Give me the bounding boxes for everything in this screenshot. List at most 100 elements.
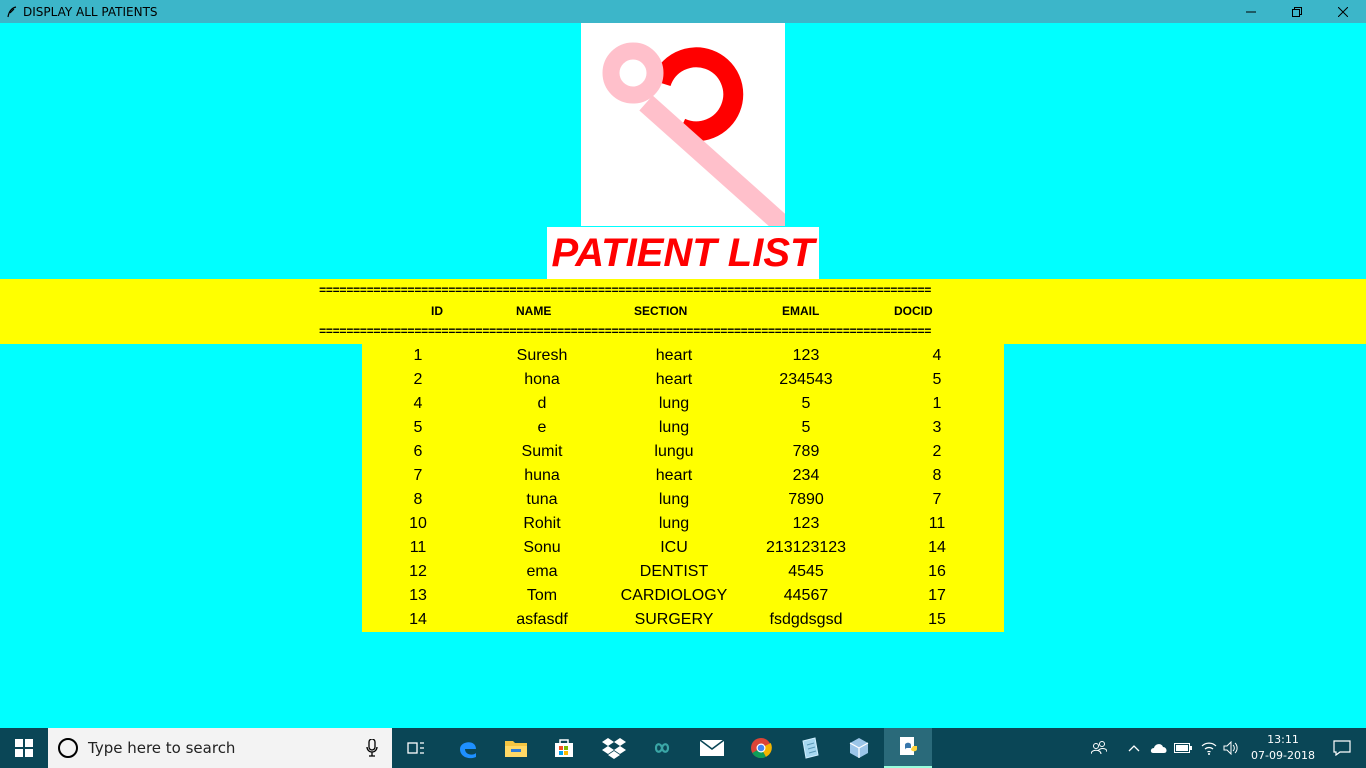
chevron-up-icon[interactable]: [1124, 728, 1144, 768]
cell-email: fsdgdsgsd: [769, 611, 843, 628]
virtualbox-icon[interactable]: [835, 728, 883, 768]
cell-name: d: [537, 395, 547, 412]
file-explorer-icon[interactable]: [492, 728, 540, 768]
cell-id: 2: [413, 371, 423, 388]
onedrive-icon[interactable]: [1148, 728, 1170, 768]
cell-docid: 14: [928, 539, 946, 556]
cell-section: heart: [655, 467, 693, 484]
close-button[interactable]: [1320, 0, 1366, 23]
cell-email: 7890: [788, 491, 824, 508]
battery-icon[interactable]: [1172, 728, 1194, 768]
cell-docid: 11: [928, 515, 946, 532]
patient-table: 1 Suresh heart 123 4 2 hona heart 234543 5 4 d lung 5…: [362, 344, 1004, 632]
store-icon[interactable]: [540, 728, 588, 768]
table-row: 5 e lung 5 3: [362, 416, 1004, 440]
table-row: 1 Suresh heart 123 4: [362, 344, 1004, 368]
table-row: 10 Rohit lung 123 11: [362, 512, 1004, 536]
task-view-icon[interactable]: [392, 728, 440, 768]
cell-email: 44567: [783, 587, 829, 604]
cortana-icon: [58, 738, 78, 758]
cell-section: heart: [655, 347, 693, 364]
cell-id: 11: [409, 539, 427, 556]
table-row: 12 ema DENTIST 4545 16: [362, 560, 1004, 584]
cell-docid: 4: [932, 347, 942, 364]
cell-name: Sonu: [523, 539, 561, 556]
cell-name: Tom: [526, 587, 558, 604]
cell-docid: 7: [932, 491, 942, 508]
cell-email: 5: [801, 419, 811, 436]
cell-name: Suresh: [516, 347, 568, 364]
cell-email: 213123123: [765, 539, 847, 556]
cell-name: huna: [524, 467, 560, 484]
notepad-icon[interactable]: [786, 728, 834, 768]
cell-id: 14: [409, 611, 427, 628]
cell-id: 7: [413, 467, 423, 484]
cell-id: 12: [409, 563, 427, 580]
table-row: 11 Sonu ICU 213123123 14: [362, 536, 1004, 560]
cell-email: 5: [801, 395, 811, 412]
app-logo: [581, 23, 785, 226]
col-header-name: NAME: [516, 304, 552, 318]
restore-button[interactable]: [1274, 0, 1320, 23]
cell-name: hona: [524, 371, 560, 388]
header-rule-top: ========================================…: [319, 285, 932, 297]
clock-time: 13:11: [1267, 733, 1299, 746]
cell-section: lung: [658, 395, 690, 412]
cell-id: 1: [413, 347, 423, 364]
clock-date: 07-09-2018: [1251, 749, 1315, 762]
python-idle-icon[interactable]: [884, 728, 932, 768]
cell-email: 789: [792, 443, 820, 460]
cell-section: lung: [658, 491, 690, 508]
cell-docid: 8: [932, 467, 942, 484]
feather-icon: [5, 5, 19, 19]
cell-id: 8: [413, 491, 423, 508]
cell-section: ICU: [660, 539, 688, 556]
minimize-button[interactable]: [1228, 0, 1274, 23]
cell-email: 4545: [788, 563, 824, 580]
taskbar-search[interactable]: Type here to search: [48, 728, 392, 768]
system-clock[interactable]: 13:11 07-09-2018: [1250, 732, 1316, 764]
cell-name: Sumit: [521, 443, 563, 460]
cell-docid: 3: [932, 419, 942, 436]
windows-icon: [15, 739, 33, 757]
table-row: 8 tuna lung 7890 7: [362, 488, 1004, 512]
people-icon[interactable]: [1086, 728, 1112, 768]
start-button[interactable]: [0, 728, 48, 768]
cell-name: tuna: [526, 491, 558, 508]
cell-section: lung: [658, 515, 690, 532]
cell-docid: 2: [932, 443, 942, 460]
cell-id: 6: [413, 443, 423, 460]
cell-section: lung: [658, 419, 690, 436]
table-header-band: ========================================…: [0, 279, 1366, 344]
table-row: 13 Tom CARDIOLOGY 44567 17: [362, 584, 1004, 608]
cell-email: 234543: [779, 371, 833, 388]
edge-icon[interactable]: [444, 728, 492, 768]
table-row: 4 d lung 5 1: [362, 392, 1004, 416]
cell-section: CARDIOLOGY: [620, 587, 728, 604]
volume-icon[interactable]: [1220, 728, 1242, 768]
cell-id: 4: [413, 395, 423, 412]
table-row: 14 asfasdf SURGERY fsdgdsgsd 15: [362, 608, 1004, 632]
arduino-icon[interactable]: [638, 728, 686, 768]
col-header-id: ID: [431, 304, 443, 318]
wifi-icon[interactable]: [1198, 728, 1220, 768]
chrome-icon[interactable]: [737, 728, 785, 768]
cell-docid: 1: [932, 395, 942, 412]
cell-email: 123: [792, 515, 820, 532]
mail-icon[interactable]: [688, 728, 736, 768]
page-title: PATIENT LIST: [547, 227, 819, 279]
action-center-icon[interactable]: [1318, 728, 1366, 768]
cell-id: 13: [409, 587, 427, 604]
header-rule-bottom: ========================================…: [319, 326, 932, 338]
cell-section: SURGERY: [634, 611, 714, 628]
dropbox-icon[interactable]: [590, 728, 638, 768]
col-header-section: SECTION: [634, 304, 688, 318]
window-titlebar: DISPLAY ALL PATIENTS: [0, 0, 1366, 23]
cell-section: heart: [655, 371, 693, 388]
table-row: 2 hona heart 234543 5: [362, 368, 1004, 392]
cell-name: Rohit: [523, 515, 561, 532]
table-row: 7 huna heart 234 8: [362, 464, 1004, 488]
taskbar: Type here to search 13:11 07-09-2018: [0, 728, 1366, 768]
microphone-icon[interactable]: [366, 738, 378, 762]
cell-section: DENTIST: [639, 563, 709, 580]
